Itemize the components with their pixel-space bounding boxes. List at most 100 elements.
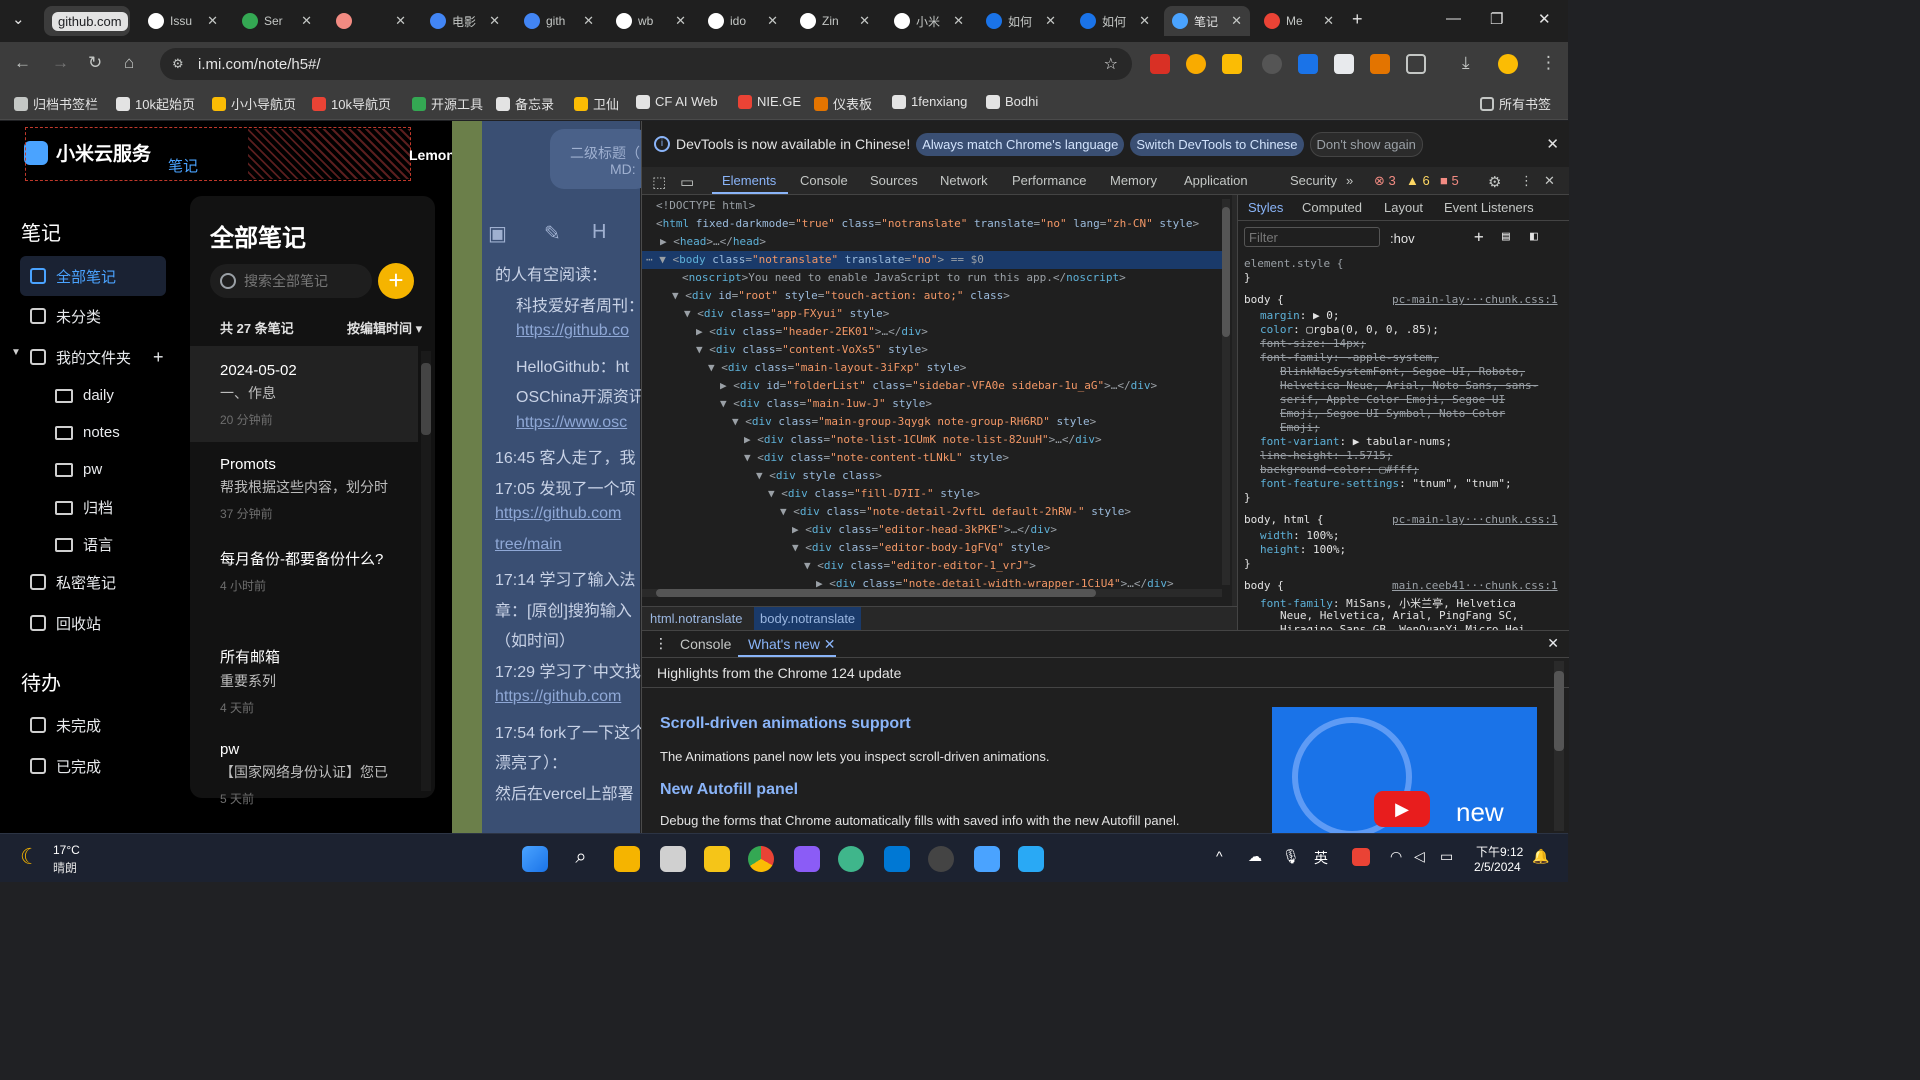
- close-drawer-icon[interactable]: ✕: [1547, 635, 1559, 652]
- drawer-tab-whats-new[interactable]: What's new ✕: [748, 636, 836, 653]
- hov-toggle[interactable]: :hov: [1390, 231, 1415, 246]
- bookmark-item[interactable]: 开源工具: [412, 94, 483, 113]
- device-toolbar-icon[interactable]: ▭: [680, 173, 694, 191]
- extensions-puzzle-icon[interactable]: [1406, 54, 1426, 74]
- bookmark-item[interactable]: 1fenxiang: [892, 94, 967, 109]
- extension-white-icon[interactable]: [1334, 54, 1354, 74]
- devtools-tab[interactable]: Performance: [1012, 173, 1086, 188]
- tab-close-icon[interactable]: ✕: [1231, 13, 1242, 29]
- folder-pw[interactable]: pw: [55, 461, 102, 478]
- note-list-scrollbar[interactable]: [421, 351, 431, 791]
- issues-count[interactable]: ■ 5: [1440, 173, 1459, 188]
- folder-daily[interactable]: daily: [55, 387, 114, 404]
- devtools-tab[interactable]: Sources: [870, 173, 918, 188]
- settings-gear-icon[interactable]: ⚙: [1488, 173, 1501, 191]
- tray-chevron-icon[interactable]: ^: [1216, 848, 1223, 864]
- errors-count[interactable]: ⊗ 3: [1374, 173, 1396, 189]
- extension-coin-icon[interactable]: [1186, 54, 1206, 74]
- reload-icon[interactable]: ↻: [88, 53, 102, 73]
- tab-github-group[interactable]: github.com: [44, 6, 130, 36]
- styles-subtab[interactable]: Event Listeners: [1444, 200, 1534, 215]
- onedrive-icon[interactable]: ☁: [1248, 848, 1262, 865]
- elements-scrollbar[interactable]: [1222, 199, 1230, 585]
- browser-tab[interactable]: 如何 ✕: [1072, 6, 1158, 36]
- bookmark-item[interactable]: CF AI Web: [636, 94, 718, 109]
- volume-icon[interactable]: ◁: [1414, 848, 1425, 865]
- restore-icon[interactable]: ❐: [1490, 10, 1503, 28]
- browser-tab[interactable]: gith ✕: [516, 6, 602, 36]
- file-explorer-icon[interactable]: [704, 846, 730, 872]
- browser-tab[interactable]: Me ✕: [1256, 6, 1342, 36]
- app-icon-gray[interactable]: [928, 846, 954, 872]
- drawer-menu-icon[interactable]: ⋮: [654, 635, 668, 652]
- extension-badge-icon[interactable]: [1262, 54, 1282, 74]
- scrollbar-thumb[interactable]: [1554, 671, 1564, 751]
- browser-tab[interactable]: Issu ✕: [140, 6, 226, 36]
- browser-tab[interactable]: 小米 ✕: [886, 6, 972, 36]
- todo-incomplete[interactable]: 未完成: [20, 705, 166, 745]
- heading-icon[interactable]: H: [592, 221, 606, 244]
- sidebar-item-trash[interactable]: 回收站: [20, 603, 166, 643]
- browser-tab[interactable]: 笔记 ✕: [1164, 6, 1250, 36]
- add-folder-icon[interactable]: +: [153, 347, 164, 368]
- devtools-tab[interactable]: Elements: [722, 173, 776, 188]
- tab-close-icon[interactable]: ✕: [767, 13, 778, 29]
- bookmark-item[interactable]: NIE.GE: [738, 94, 801, 109]
- search-icon[interactable]: ⌕: [568, 846, 594, 872]
- styles-subtab[interactable]: Computed: [1302, 200, 1362, 215]
- sidebar-toggle-icon[interactable]: ◧: [1530, 229, 1538, 244]
- devtools-tab[interactable]: Network: [940, 173, 988, 188]
- browser-tab[interactable]: 电影 ✕: [422, 6, 508, 36]
- sort-dropdown[interactable]: 按编辑时间 ▾: [347, 318, 422, 337]
- browser-tab[interactable]: Zin ✕: [792, 6, 878, 36]
- minimize-icon[interactable]: —: [1446, 10, 1461, 27]
- youtube-play-icon[interactable]: ▶: [1374, 791, 1430, 827]
- browser-tab[interactable]: Ser ✕: [234, 6, 320, 36]
- forward-icon[interactable]: →: [52, 53, 69, 73]
- bookmark-item[interactable]: 10k起始页: [116, 94, 195, 113]
- app-icon-green[interactable]: [838, 846, 864, 872]
- back-icon[interactable]: ←: [14, 53, 31, 73]
- note-list-item[interactable]: Promots 帮我根据这些内容，划分时 37 分钟前: [190, 456, 418, 522]
- folder-notes[interactable]: notes: [55, 424, 120, 441]
- switch-to-chinese-button[interactable]: Switch DevTools to Chinese: [1130, 132, 1304, 156]
- tab-close-icon[interactable]: ✕: [1045, 13, 1056, 29]
- styles-subtab[interactable]: Styles: [1248, 200, 1283, 215]
- close-devtools-icon[interactable]: ✕: [1544, 173, 1555, 189]
- styles-subtab[interactable]: Layout: [1384, 200, 1423, 215]
- scrollbar-thumb[interactable]: [421, 363, 431, 435]
- start-windows-icon[interactable]: [522, 846, 548, 872]
- devtools-menu-icon[interactable]: ⋮: [1520, 173, 1533, 189]
- bookmark-item[interactable]: 归档书签栏: [14, 94, 98, 113]
- sidebar-item-all-notes[interactable]: 全部笔记: [20, 256, 166, 296]
- profile-avatar[interactable]: [1498, 54, 1518, 74]
- browser-tab[interactable]: ✕: [328, 6, 414, 36]
- image-icon[interactable]: ▣: [488, 221, 507, 246]
- note-list-item[interactable]: 2024-05-02 一、作息 20 分钟前: [190, 362, 418, 428]
- mi-cloud-icon[interactable]: [1018, 846, 1044, 872]
- tab-close-icon[interactable]: ✕: [207, 13, 218, 29]
- notification-bell-icon[interactable]: 🔔: [1532, 848, 1549, 865]
- elements-hscrollbar[interactable]: [642, 589, 1222, 597]
- tab-close-icon[interactable]: ✕: [395, 13, 406, 29]
- bookmark-item[interactable]: 备忘录: [496, 94, 554, 113]
- bookmark-item[interactable]: 10k导航页: [312, 94, 391, 113]
- feature-autofill[interactable]: New Autofill panel: [660, 781, 798, 799]
- browser-tab[interactable]: wb ✕: [608, 6, 694, 36]
- tab-close-icon[interactable]: ✕: [1323, 13, 1334, 29]
- ime-indicator[interactable]: 英: [1314, 848, 1328, 868]
- weather-moon-icon[interactable]: ☾: [20, 844, 40, 870]
- tab-close-icon[interactable]: ✕: [675, 13, 686, 29]
- drawer-tab-console[interactable]: Console: [680, 636, 731, 652]
- tab-close-icon[interactable]: ✕: [953, 13, 964, 29]
- browser-tab[interactable]: ido ✕: [700, 6, 786, 36]
- devtools-tab[interactable]: Console: [800, 173, 848, 188]
- tab-search-icon[interactable]: ⌄: [12, 10, 25, 28]
- outlook-icon[interactable]: [884, 846, 910, 872]
- note-list-item[interactable]: 每月备份-都要备份什么? 4 小时前: [190, 548, 418, 594]
- download-icon[interactable]: ⤓: [1462, 53, 1470, 73]
- warnings-count[interactable]: ▲ 6: [1406, 173, 1430, 188]
- sidebar-item-my-folders[interactable]: 我的文件夹 +: [20, 337, 166, 377]
- scrollbar-thumb[interactable]: [1222, 207, 1230, 337]
- all-bookmarks[interactable]: 所有书签: [1480, 94, 1551, 113]
